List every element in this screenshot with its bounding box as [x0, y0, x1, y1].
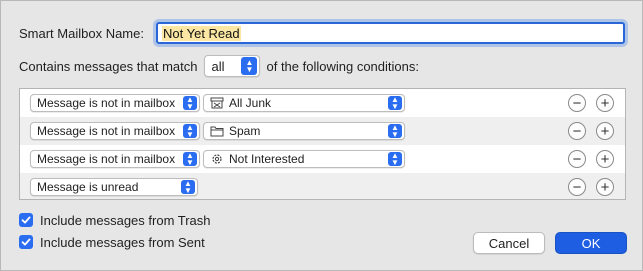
checkmark-icon	[21, 238, 31, 246]
mailbox-name-value[interactable]: Not Yet Read	[162, 25, 241, 41]
chevron-updown-icon: ▲ ▼	[181, 180, 195, 195]
folder-icon	[210, 126, 224, 137]
condition-mailbox-value: All Junk	[229, 96, 272, 110]
condition-field-value: Message is not in mailbox	[37, 124, 176, 138]
condition-mailbox-popup[interactable]: Not Interested ▲ ▼	[203, 150, 405, 168]
remove-condition-button[interactable]: −	[568, 94, 586, 112]
remove-condition-button[interactable]: −	[568, 178, 586, 196]
add-condition-button[interactable]: +	[596, 150, 614, 168]
condition-row: Message is not in mailbox ▲ ▼ Spam ▲ ▼ − +	[20, 117, 625, 145]
checkmark-icon	[21, 216, 31, 224]
match-row: Contains messages that match all ▲ ▼ of t…	[19, 55, 419, 77]
junk-mailbox-icon	[210, 97, 224, 109]
match-suffix-label: of the following conditions:	[266, 58, 419, 74]
mailbox-name-row: Smart Mailbox Name:	[19, 21, 144, 45]
condition-field-value: Message is not in mailbox	[37, 152, 176, 166]
chevron-updown-icon: ▲ ▼	[388, 152, 402, 167]
match-mode-popup[interactable]: all ▲ ▼	[204, 55, 261, 77]
condition-mailbox-popup[interactable]: Spam ▲ ▼	[203, 122, 405, 140]
condition-field-popup[interactable]: Message is not in mailbox ▲ ▼	[30, 94, 200, 112]
add-condition-button[interactable]: +	[596, 94, 614, 112]
mailbox-name-label: Smart Mailbox Name:	[19, 25, 144, 41]
include-trash-checkbox[interactable]	[19, 213, 33, 227]
condition-mailbox-popup[interactable]: All Junk ▲ ▼	[203, 94, 405, 112]
remove-condition-button[interactable]: −	[568, 122, 586, 140]
condition-mailbox-value: Not Interested	[229, 152, 305, 166]
condition-field-popup[interactable]: Message is not in mailbox ▲ ▼	[30, 122, 200, 140]
chevron-updown-icon: ▲ ▼	[183, 96, 197, 111]
condition-field-popup[interactable]: Message is unread ▲ ▼	[30, 178, 198, 196]
include-sent-row[interactable]: Include messages from Sent	[19, 233, 205, 251]
remove-condition-button[interactable]: −	[568, 150, 586, 168]
chevron-updown-icon: ▲ ▼	[388, 124, 402, 139]
include-sent-checkbox[interactable]	[19, 235, 33, 249]
condition-row: Message is not in mailbox ▲ ▼ Not Interes…	[20, 145, 625, 173]
condition-mailbox-value: Spam	[229, 124, 261, 138]
chevron-updown-icon: ▲ ▼	[183, 152, 197, 167]
gear-icon	[212, 154, 222, 164]
condition-field-popup[interactable]: Message is not in mailbox ▲ ▼	[30, 150, 200, 168]
condition-field-value: Message is not in mailbox	[37, 96, 176, 110]
add-condition-button[interactable]: +	[596, 122, 614, 140]
chevron-updown-icon: ▲ ▼	[388, 96, 402, 111]
condition-field-value: Message is unread	[37, 180, 139, 194]
include-sent-label: Include messages from Sent	[40, 234, 205, 250]
mailbox-name-input[interactable]: Not Yet Read	[156, 22, 625, 44]
add-condition-button[interactable]: +	[596, 178, 614, 196]
include-trash-label: Include messages from Trash	[40, 212, 211, 228]
condition-row: Message is not in mailbox ▲ ▼ All Junk ▲ ▼…	[20, 89, 625, 117]
match-mode-value: all	[211, 58, 225, 74]
smart-mailbox-dialog: Smart Mailbox Name: Not Yet Read Contain…	[0, 0, 643, 271]
include-trash-row[interactable]: Include messages from Trash	[19, 211, 211, 229]
conditions-list: Message is not in mailbox ▲ ▼ All Junk ▲ ▼…	[19, 88, 626, 200]
match-prefix-label: Contains messages that match	[19, 58, 198, 74]
chevron-updown-icon: ▲ ▼	[241, 57, 258, 75]
ok-button[interactable]: OK	[555, 232, 627, 254]
chevron-updown-icon: ▲ ▼	[183, 124, 197, 139]
condition-row: Message is unread ▲ ▼ − +	[20, 173, 625, 199]
cancel-button[interactable]: Cancel	[473, 232, 545, 254]
